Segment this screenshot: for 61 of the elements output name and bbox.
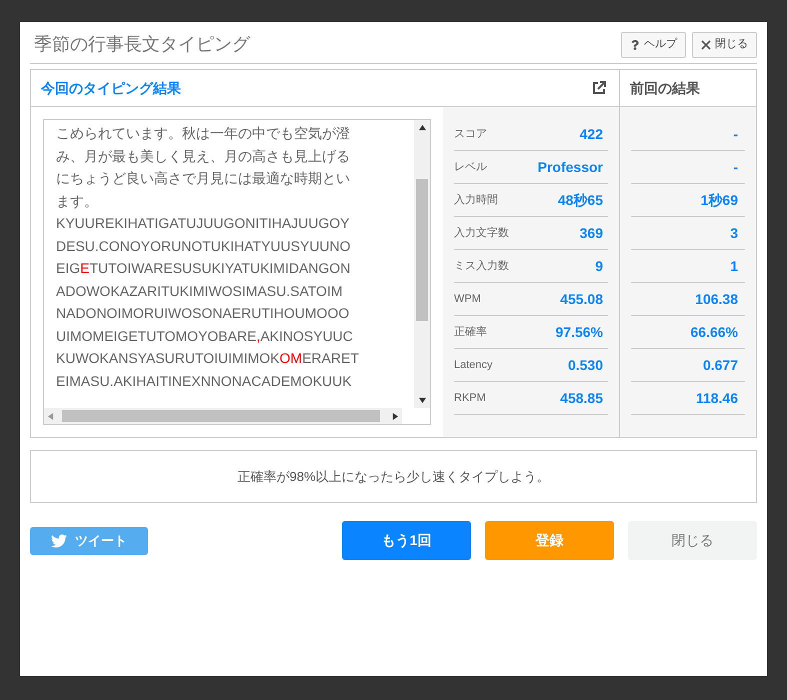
external-link-icon[interactable]	[591, 80, 607, 96]
stat-label: スコア	[454, 126, 487, 142]
stat-label: Latency	[454, 358, 493, 373]
typed-text-line: UIMOMEIGETUTOMOYOBARE,AKINOSYUUC	[56, 326, 354, 346]
advice-text: 正確率が98%以上になったら少し速くタイプしよう。	[237, 468, 550, 486]
typed-text-line: EIMASU.AKIHAITINEXNNONACADEMOKUUK	[56, 372, 353, 390]
panel-title: 前回の結果	[630, 78, 700, 98]
typed-text-line: KUWOKANSYASURUTOIUIMIMOKOMERARET	[56, 349, 360, 368]
close-icon	[701, 40, 711, 50]
stat-value: 422	[580, 124, 603, 144]
typed-text-line: NADONOIMORUIWOSONAERUTIHOUMOOO	[56, 304, 350, 323]
stat-value: 3	[730, 224, 738, 242]
register-button[interactable]: 登録	[485, 521, 614, 560]
scroll-thumb[interactable]	[62, 410, 380, 422]
bird-icon	[51, 532, 67, 548]
typed-text-line: ADOWOKAZARITUKIMIWOSIMASU.SATOIM	[56, 282, 344, 300]
scroll-up-icon[interactable]	[418, 124, 426, 131]
stat-value: 0.677	[702, 356, 738, 374]
stat-value: 97.56%	[556, 322, 603, 342]
vertical-scrollbar[interactable]	[414, 120, 430, 408]
close-button[interactable]: 閉じる	[692, 32, 757, 58]
typed-text-line: DESU.CONOYORUNOTUKIHATYUUSYUUNO	[56, 236, 352, 256]
stat-value: 455.08	[560, 290, 603, 308]
stat-value: 106.38	[695, 290, 738, 308]
typed-text-line: にちょうど良い高さで月見には最適な時期とい	[56, 169, 351, 188]
stat-label: 入力文字数	[454, 226, 509, 241]
stat-value: 9	[595, 256, 603, 276]
scroll-down-icon[interactable]	[418, 397, 426, 404]
close-button[interactable]: 閉じる	[628, 521, 757, 560]
tweet-button[interactable]: ツイート	[30, 526, 148, 554]
stat-value: 48秒65	[558, 190, 603, 210]
panel-title: 今回のタイピング結果	[41, 78, 181, 98]
typed-text-area[interactable]	[43, 119, 431, 425]
stat-label: 正確率	[454, 324, 487, 340]
scroll-thumb[interactable]	[416, 179, 428, 321]
scroll-right-icon[interactable]	[392, 412, 399, 420]
stat-value: 1秒69	[700, 190, 738, 210]
typed-text-line: EIGETUTOIWARESUSUKIYATUKIMIDANGON	[56, 259, 352, 278]
stat-label: RKPM	[454, 390, 486, 406]
stat-value: 458.85	[560, 388, 603, 408]
stat-value: -	[733, 124, 738, 144]
stat-value: 369	[580, 224, 603, 242]
stat-label: レベル	[454, 160, 487, 175]
help-button[interactable]: ヘルプ	[621, 32, 686, 58]
stat-value: 1	[730, 256, 738, 276]
retry-button[interactable]: もう1回	[342, 521, 471, 560]
stat-label: ミス入力数	[454, 258, 509, 274]
typed-text-line: こめられています。秋は一年の中でも空気が澄	[56, 124, 351, 143]
stat-label: 入力時間	[454, 192, 498, 208]
typed-text-line: KYUUREKIHATIGATUJUUGONITIHAJUUGOY	[56, 214, 351, 233]
stat-value: 118.46	[696, 388, 738, 408]
stat-value: Professor	[538, 158, 603, 176]
stat-value: 66.66%	[690, 322, 738, 342]
help-icon	[630, 40, 640, 50]
typed-text-line: ます。	[56, 192, 99, 210]
stat-value: -	[733, 158, 738, 176]
stat-label: WPM	[454, 292, 481, 307]
stat-value: 0.530	[568, 356, 603, 374]
typed-text-line: み、月が最も美しく見え、月の高さも見上げる	[56, 146, 351, 166]
horizontal-scrollbar[interactable]	[44, 408, 402, 424]
window-title: 季節の行事長文タイピング	[33, 33, 250, 56]
